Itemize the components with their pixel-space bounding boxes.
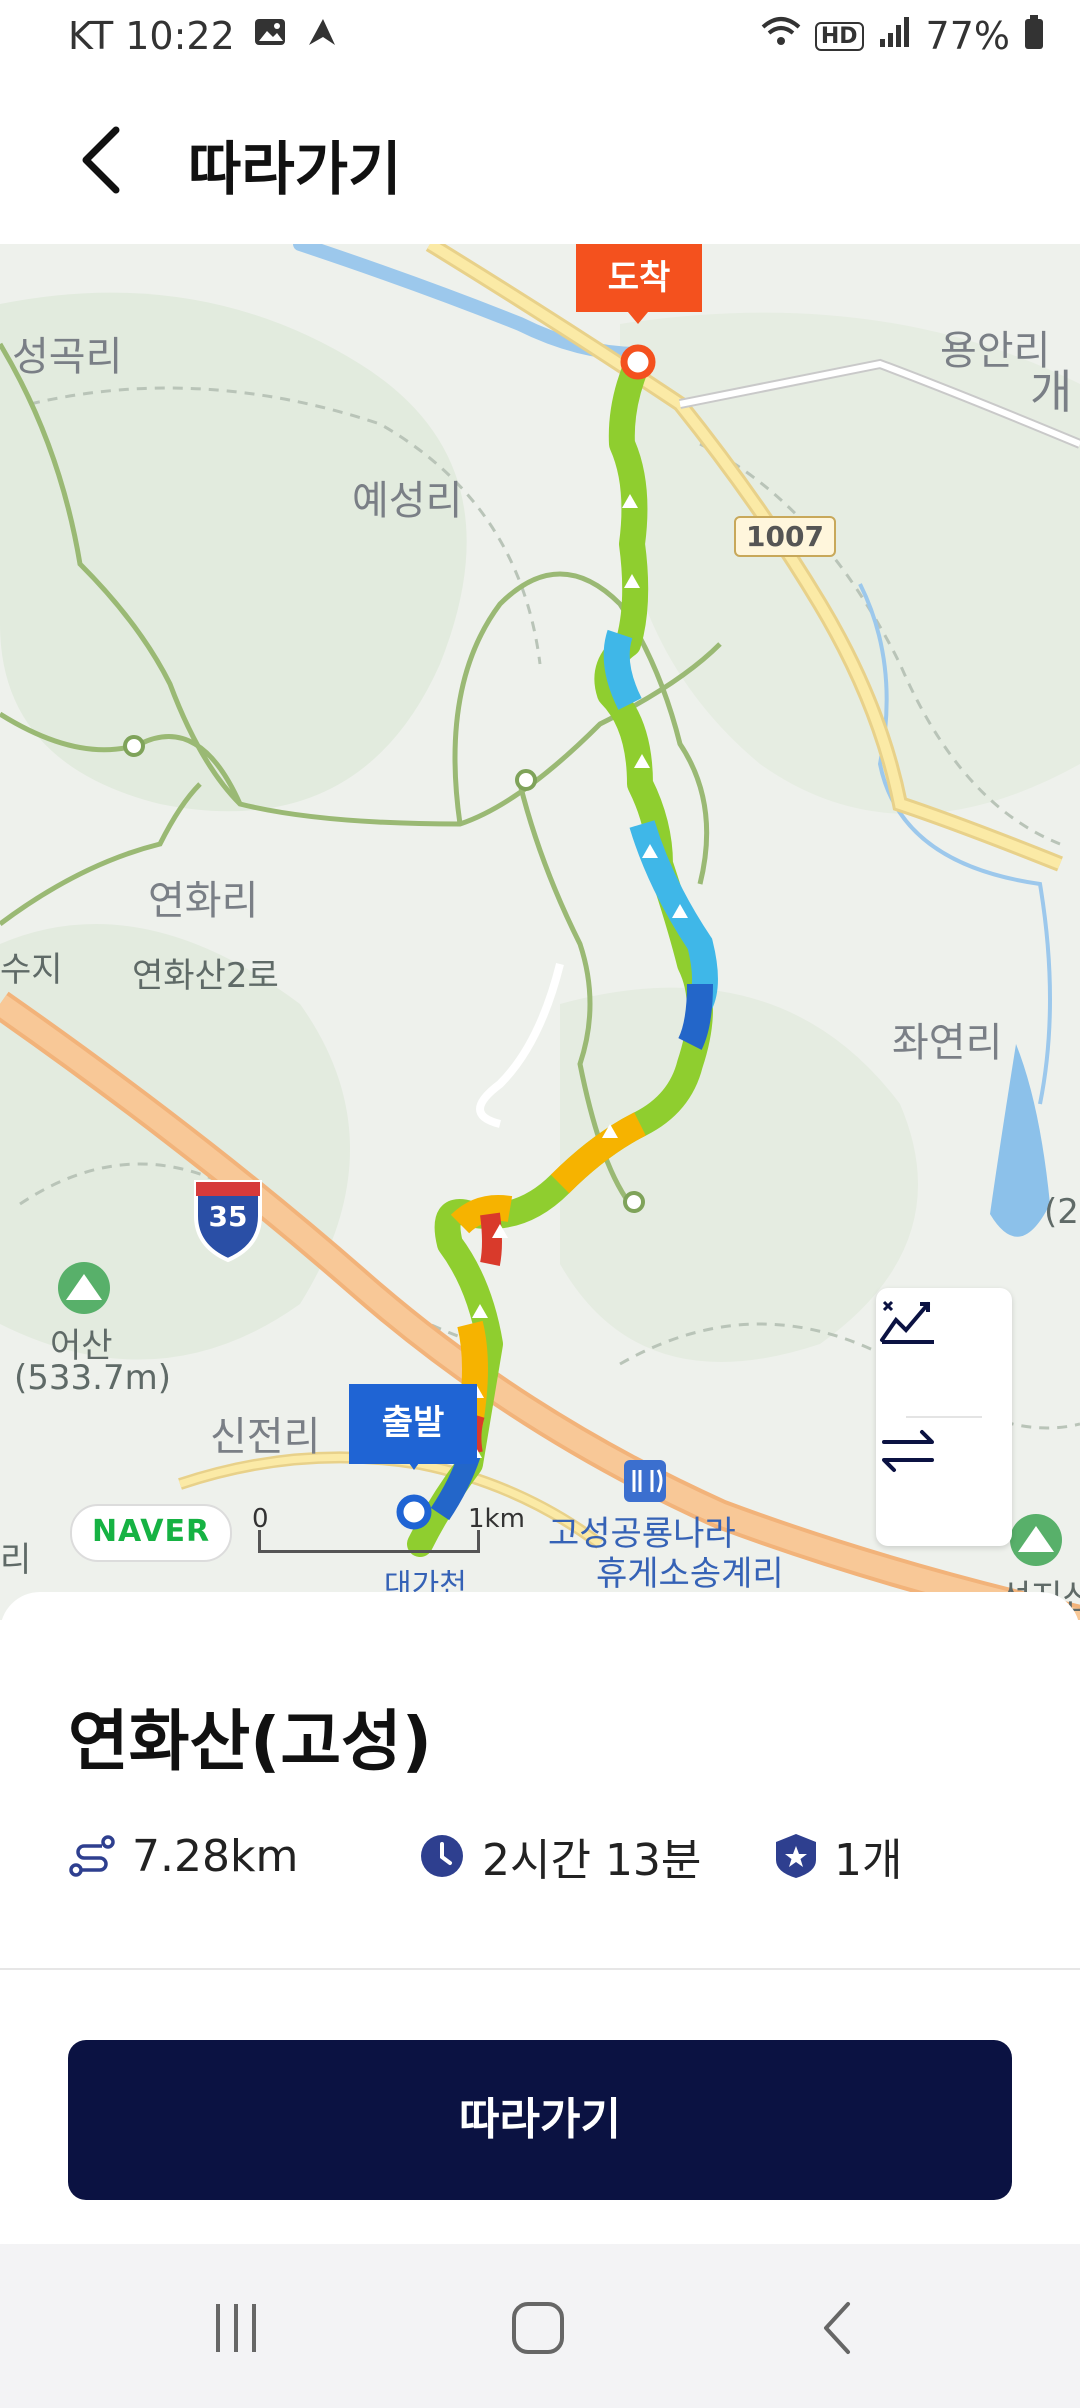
trail-name: 연화산(고성) [68,1703,432,1780]
follow-button[interactable]: 따라가기 [68,2040,1012,2200]
gallery-icon [253,14,287,58]
scale-bar [258,1530,480,1553]
home-icon [512,2302,564,2354]
map-label-yeseong: 예성리 [352,478,463,524]
swap-direction-icon [882,1430,934,1472]
shield-star-icon [776,1834,816,1878]
home-button[interactable] [488,2288,588,2368]
carrier-time: KT 10:22 [68,14,235,58]
battery-level: 77% [925,14,1010,58]
map-label-yeonhwa: 연화리 [148,878,259,924]
map-view[interactable]: 성곡리 용안리 개 예성리 연화리 수지 연화산2로 좌연리 (27 어산 (5… [0,244,1080,1620]
map-scale: 0 1km [252,1504,525,1562]
clock-icon [421,1835,463,1877]
recent-apps-icon [216,2304,256,2352]
duration-value: 2시간 13분 [482,1835,702,1886]
badge-stat: 1개 [774,1824,902,1888]
map-label-suji: 수지 [0,950,63,990]
map-label-partial-ri: 리 [0,1540,32,1580]
arrive-pin[interactable]: 도착 [576,244,702,312]
status-bar: KT 10:22 HD 77% [0,0,1080,80]
map-label-yeonhwasan2ro: 연화산2로 [132,956,279,996]
distance-stat: 7.28km [68,1831,418,1882]
map-controls [876,1288,1012,1546]
status-left: KT 10:22 [68,14,339,58]
map-label-eosan-height: (533.7m) [14,1358,171,1398]
trail-stats: 7.28km 2시간 13분 1개 [68,1824,902,1888]
battery-icon [1024,14,1044,58]
duration-stat: 2시간 13분 [418,1824,774,1888]
road-badge-1007: 1007 [734,516,836,557]
map-label-sinjeon: 신전리 [210,1414,321,1460]
header: 따라가기 [0,80,1080,244]
map-label-partial-27: (27 [1044,1192,1080,1232]
status-right: HD 77% [761,14,1044,58]
back-button[interactable] [64,120,144,200]
route-distance-icon [69,1835,115,1877]
map-label-gae: 개 [1030,365,1073,419]
map-label-jwayeon: 좌연리 [892,1020,1003,1066]
system-nav-bar [0,2244,1080,2408]
map-label-seonggok: 성곡리 [12,334,123,380]
naver-logo: NAVER [70,1504,232,1562]
page-title: 따라가기 [188,135,402,203]
badge-value: 1개 [834,1835,903,1886]
navigation-icon [305,14,339,58]
distance-value: 7.28km [132,1830,299,1882]
wifi-icon [761,14,801,58]
elevation-chart-button[interactable] [876,1288,1012,1416]
hd-icon: HD [814,21,864,51]
signal-icon [878,14,912,58]
swap-direction-button[interactable] [876,1418,1012,1546]
scale-zero: 0 [252,1504,269,1534]
highway-badge-35: 35 [208,1200,248,1233]
map-label-rest-area-2: 휴게소송계리 [596,1554,784,1594]
recent-apps-button[interactable] [186,2288,286,2368]
sheet-divider [0,1968,1080,1970]
system-back-button[interactable] [790,2288,890,2368]
scale-km: 1km [468,1504,525,1534]
system-back-icon [824,2302,850,2354]
depart-pin[interactable]: 출발 [349,1384,477,1464]
back-arrow-icon [82,126,120,194]
elevation-chart-icon [880,1300,934,1344]
